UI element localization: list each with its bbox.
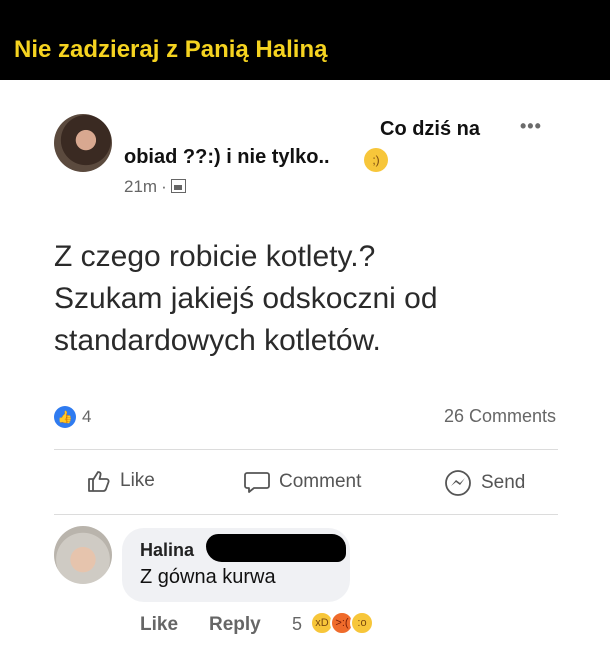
comment-reply-button[interactable]: Reply	[209, 614, 261, 636]
meta-separator: ·	[161, 177, 167, 196]
post-body-line: standardowych kotletów.	[54, 324, 381, 357]
thumbs-up-icon	[88, 471, 110, 492]
comment-text: Z gówna kurwa	[140, 566, 276, 588]
redaction-mark	[206, 534, 346, 562]
like-badge-icon: 👍	[54, 406, 76, 428]
post-meta: 21m ·	[124, 177, 186, 197]
more-options-icon[interactable]: •••	[520, 116, 542, 137]
post-body-line: Z czego robicie kotlety.?	[54, 240, 376, 273]
divider	[54, 514, 558, 515]
post-body: Z czego robicie kotlety.? Szukam jakiejś…	[54, 236, 574, 362]
like-button[interactable]: Like	[86, 468, 155, 494]
like-count: 4	[82, 407, 92, 426]
timestamp[interactable]: 21m	[124, 177, 157, 196]
post-header-line2: obiad ??:) i nie tylko..	[124, 146, 330, 168]
comments-count[interactable]: 26 Comments	[444, 406, 556, 427]
top-banner: Nie zadzieraj z Panią Haliną	[0, 0, 610, 80]
comment-like-button[interactable]: Like	[140, 614, 178, 636]
comment-button[interactable]: Comment	[243, 468, 361, 496]
author-avatar[interactable]	[54, 114, 112, 172]
comment-label: Comment	[279, 471, 362, 492]
like-label: Like	[120, 470, 155, 491]
banner-title: Nie zadzieraj z Panią Haliną	[14, 36, 328, 63]
post-body-line: Szukam jakiejś odskoczni od	[54, 282, 438, 315]
send-label: Send	[481, 472, 526, 493]
commenter-avatar[interactable]	[54, 526, 112, 584]
reaction-count[interactable]: 5	[292, 614, 302, 635]
wink-emoji-icon: ;)	[364, 148, 388, 172]
comment-icon	[244, 472, 270, 493]
divider	[54, 449, 558, 450]
post-header-line1: Co dziś na	[380, 118, 481, 140]
wow-reaction-icon: :o	[350, 611, 374, 635]
commenter-name[interactable]: Halina	[140, 540, 194, 561]
audience-icon[interactable]	[170, 179, 186, 193]
send-button[interactable]: Send	[443, 468, 525, 498]
like-summary[interactable]: 👍 4	[54, 406, 91, 428]
messenger-icon	[445, 470, 471, 496]
